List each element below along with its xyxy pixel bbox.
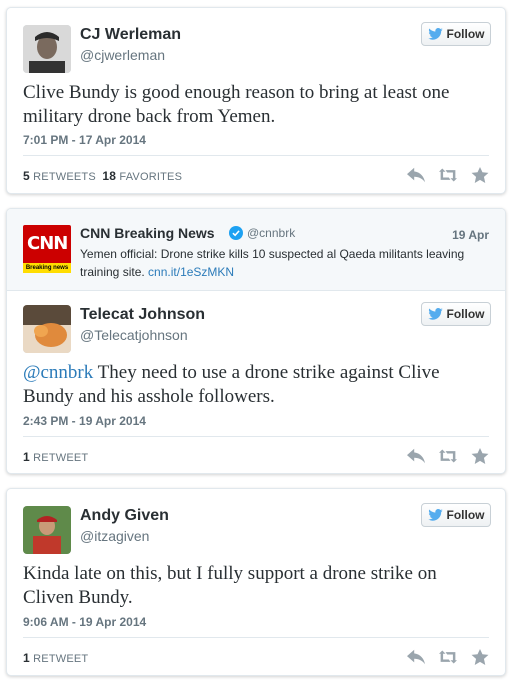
divider bbox=[23, 155, 489, 156]
retweets-count: 1 bbox=[23, 450, 30, 464]
author-handle[interactable]: @Telecatjohnson bbox=[80, 327, 188, 343]
retweet-icon[interactable] bbox=[439, 167, 457, 183]
tweet-actions bbox=[407, 448, 489, 464]
favorites-count: 18 bbox=[102, 169, 117, 183]
retweet-icon[interactable] bbox=[439, 448, 457, 464]
retweets-label: RETWEET bbox=[33, 653, 89, 665]
favorite-icon[interactable] bbox=[471, 649, 489, 665]
reply-icon[interactable] bbox=[407, 649, 425, 665]
quoted-tweet[interactable]: CNN Breaking news CNN Breaking News @cnn… bbox=[7, 209, 505, 291]
author-name[interactable]: CJ Werleman bbox=[80, 26, 181, 44]
twitter-bird-icon bbox=[427, 308, 443, 320]
tweet-stats[interactable]: 1 RETWEET bbox=[23, 651, 88, 665]
tweet-card-2: CNN Breaking news CNN Breaking News @cnn… bbox=[6, 208, 506, 474]
quoted-text-body: Yemen official: Drone strike kills 10 su… bbox=[80, 247, 465, 279]
quoted-date[interactable]: 19 Apr bbox=[452, 228, 489, 242]
tweet-stats[interactable]: 1 RETWEET bbox=[23, 450, 88, 464]
author-handle[interactable]: @itzagiven bbox=[80, 528, 149, 544]
tweet-timestamp[interactable]: 7:01 PM - 17 Apr 2014 bbox=[23, 133, 146, 147]
cnn-logo-banner: Breaking news bbox=[23, 263, 71, 273]
tweet-actions bbox=[407, 167, 489, 183]
cnn-logo[interactable]: CNN Breaking news bbox=[23, 225, 71, 273]
retweets-count: 1 bbox=[23, 651, 30, 665]
reply-icon[interactable] bbox=[407, 448, 425, 464]
retweets-label: RETWEETS bbox=[33, 171, 96, 183]
retweets-count: 5 bbox=[23, 169, 30, 183]
follow-label: Follow bbox=[446, 508, 485, 522]
quoted-link[interactable]: cnn.it/1eSzMKN bbox=[148, 265, 234, 279]
author-handle[interactable]: @cjwerleman bbox=[80, 47, 165, 63]
follow-button[interactable]: Follow bbox=[421, 302, 491, 326]
tweet-text: Clive Bundy is good enough reason to bri… bbox=[23, 82, 450, 127]
avatar[interactable] bbox=[23, 25, 71, 73]
follow-button[interactable]: Follow bbox=[421, 503, 491, 527]
follow-button[interactable]: Follow bbox=[421, 22, 491, 46]
favorites-label: FAVORITES bbox=[119, 171, 183, 183]
avatar[interactable] bbox=[23, 305, 71, 353]
favorite-icon[interactable] bbox=[471, 448, 489, 464]
author-name[interactable]: Andy Given bbox=[80, 507, 169, 525]
quoted-text: Yemen official: Drone strike kills 10 su… bbox=[80, 245, 475, 281]
mention-link[interactable]: @cnnbrk bbox=[23, 362, 93, 383]
follow-label: Follow bbox=[446, 307, 485, 321]
reply-icon[interactable] bbox=[407, 167, 425, 183]
divider bbox=[23, 637, 489, 638]
author-name[interactable]: Telecat Johnson bbox=[80, 306, 205, 324]
tweet-text: @cnnbrk They need to use a drone strike … bbox=[23, 361, 489, 409]
tweet-actions bbox=[407, 649, 489, 665]
follow-label: Follow bbox=[446, 27, 485, 41]
tweet-stats[interactable]: 5 RETWEETS 18 FAVORITES bbox=[23, 169, 182, 183]
tweet-text: Kinda late on this, but I fully support … bbox=[23, 563, 437, 608]
avatar[interactable] bbox=[23, 506, 71, 554]
favorite-icon[interactable] bbox=[471, 167, 489, 183]
verified-icon bbox=[229, 226, 243, 240]
retweet-icon[interactable] bbox=[439, 649, 457, 665]
tweet-timestamp[interactable]: 2:43 PM - 19 Apr 2014 bbox=[23, 414, 146, 428]
quoted-author-name[interactable]: CNN Breaking News bbox=[80, 225, 215, 241]
twitter-bird-icon bbox=[427, 28, 443, 40]
tweet-timestamp[interactable]: 9:06 AM - 19 Apr 2014 bbox=[23, 615, 146, 629]
tweet-card-1: CJ Werleman @cjwerleman Follow Clive Bun… bbox=[6, 7, 506, 194]
quoted-author-handle[interactable]: @cnnbrk bbox=[247, 226, 295, 240]
divider bbox=[23, 436, 489, 437]
retweets-label: RETWEET bbox=[33, 452, 89, 464]
twitter-bird-icon bbox=[427, 509, 443, 521]
tweet-card-3: Andy Given @itzagiven Follow Kinda late … bbox=[6, 488, 506, 676]
cnn-logo-text: CNN bbox=[27, 233, 68, 254]
